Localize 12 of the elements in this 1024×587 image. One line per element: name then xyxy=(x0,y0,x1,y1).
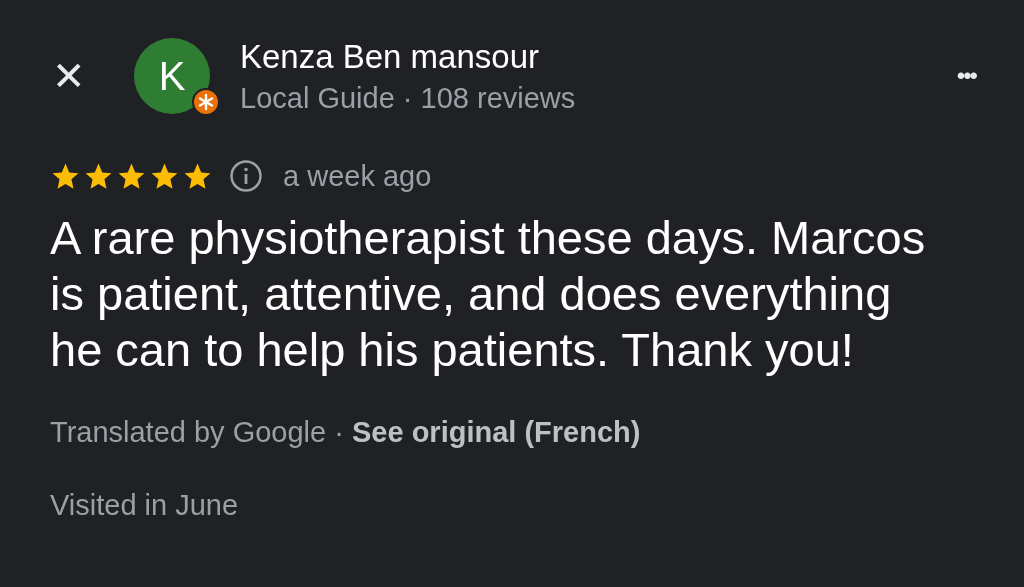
star-badge-icon xyxy=(192,88,220,116)
avatar-letter: K xyxy=(158,56,186,96)
info-icon[interactable] xyxy=(229,159,263,193)
review-text: A rare physiotherapist these days. Marcos is patient, attentive, and does everything he can to help his patients. Thank you! xyxy=(50,210,927,378)
see-original-link[interactable]: See original (French) xyxy=(351,416,641,448)
reviewer-subtitle: Local Guide · 108 reviews xyxy=(240,81,577,115)
translation-note: Translated by Google · See original (French) xyxy=(50,416,642,449)
close-icon[interactable]: ✕ xyxy=(52,56,102,96)
reviewer-name[interactable]: Kenza Ben mansour xyxy=(240,37,957,76)
visit-date: Visited in June xyxy=(50,489,240,522)
review-time: a week ago xyxy=(283,159,432,193)
more-icon[interactable]: ••• xyxy=(956,62,976,90)
